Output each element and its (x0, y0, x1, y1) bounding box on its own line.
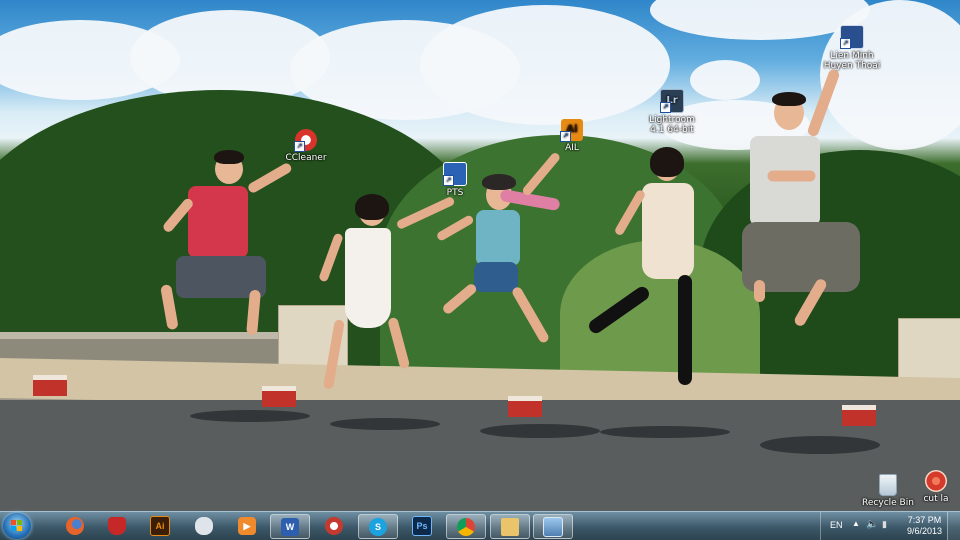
clock-date: 9/6/2013 (906, 526, 942, 536)
gamepad-icon (195, 516, 213, 535)
desktop-icon-label: CCleaner (285, 153, 327, 163)
road-marker (262, 386, 296, 407)
jumping-person (586, 145, 730, 395)
shortcut-arrow-icon: ↗ (294, 141, 305, 152)
folder-icon (501, 517, 519, 536)
game-icon: ↗ (840, 25, 864, 49)
jumping-person (740, 68, 880, 360)
taskbar-word[interactable]: W (270, 514, 310, 539)
taskbar-skype[interactable]: S (358, 514, 398, 539)
network-icon[interactable]: ▮ (882, 519, 887, 530)
lightroom-icon: Lr ↗ (660, 89, 684, 113)
desktop-icon-label: cut la (923, 494, 949, 504)
shadow (330, 418, 440, 430)
media-player-icon: ▶ (238, 516, 256, 535)
speaker-icon[interactable]: 🔈 (866, 519, 878, 530)
taskbar-chrome[interactable] (446, 514, 486, 539)
language-indicator[interactable]: EN (830, 520, 843, 530)
recycle-bin-icon (879, 474, 897, 496)
desktop-icon-ail[interactable]: Ai ↗ AIL (542, 119, 602, 153)
start-button[interactable] (3, 513, 31, 539)
red-bag-icon (108, 516, 126, 535)
jumping-person (435, 151, 580, 370)
tray-divider (820, 512, 821, 540)
photo-viewer-icon (543, 516, 563, 537)
desktop-wallpaper (0, 0, 960, 511)
jumping-person (150, 150, 310, 340)
taskbar-foxit-reader[interactable] (315, 514, 353, 537)
taskbar-firefox[interactable] (56, 514, 94, 537)
show-hidden-icons-icon[interactable]: ▲ (852, 519, 860, 528)
taskbar-photo-viewer[interactable] (533, 514, 573, 539)
shortcut-arrow-icon: ↗ (560, 131, 571, 142)
show-desktop-button[interactable] (947, 512, 960, 540)
road (0, 400, 960, 511)
ccleaner-icon: ↗ (294, 129, 317, 152)
taskbar-bag-app[interactable] (98, 514, 136, 537)
taskbar-media-player[interactable]: ▶ (228, 514, 266, 537)
desktop-icon-ccleaner[interactable]: ↗ CCleaner (276, 129, 336, 163)
taskbar-game-controller[interactable] (185, 514, 223, 537)
firefox-icon (66, 516, 84, 535)
desktop-icon-lien-minh[interactable]: ↗ Lien Minh Huyen Thoai (822, 25, 882, 71)
shortcut-arrow-icon: ↗ (660, 102, 671, 113)
shadow (600, 426, 730, 438)
desktop-icon-lightroom[interactable]: Lr ↗ Lightroom 4.1 64-bit (642, 89, 702, 135)
desktop-icon-label: Huyen Thoai (823, 61, 881, 71)
taskbar: Ai ▶ W S Ps EN ▲ 🔈 ▮ 7:37 PM 9/6/2013 (0, 511, 960, 540)
desktop-icon-label: Lien Minh (830, 51, 874, 61)
desktop-icon-label: PTS (446, 188, 464, 198)
word-icon: W (281, 517, 299, 536)
shortcut-arrow-icon: ↗ (840, 38, 851, 49)
desktop-icon-pts[interactable]: ↗ PTS (425, 162, 485, 198)
shadow (760, 436, 880, 454)
taskbar-photoshop[interactable]: Ps (403, 514, 441, 537)
road-marker (33, 375, 67, 396)
desktop-icon-label: Lightroom (649, 115, 695, 125)
taskbar-windows-explorer[interactable] (490, 514, 530, 539)
red-circle-icon (925, 470, 947, 492)
desktop-icon-label: 4.1 64-bit (650, 125, 694, 135)
desktop-icon-label: AIL (565, 143, 579, 153)
chrome-icon (457, 517, 475, 536)
shortcut-arrow-icon: ↗ (443, 175, 454, 186)
clock-time: 7:37 PM (907, 515, 942, 525)
desktop-icon-cut-la[interactable]: cut la (906, 470, 960, 504)
road-marker (508, 396, 542, 417)
photoshop-shortcut-icon: ↗ (443, 162, 467, 186)
taskbar-illustrator[interactable]: Ai (141, 514, 179, 537)
cloud (420, 5, 670, 125)
skype-icon: S (369, 517, 387, 536)
road-marker (842, 405, 876, 426)
photoshop-icon: Ps (412, 515, 432, 536)
shadow (190, 410, 310, 422)
illustrator-icon: Ai (150, 515, 170, 536)
shadow (480, 424, 600, 438)
illustrator-shortcut-icon: Ai ↗ (560, 119, 583, 142)
clock[interactable]: 7:37 PM 9/6/2013 (907, 515, 942, 537)
foxit-icon (325, 516, 343, 535)
windows-logo-icon (11, 520, 23, 532)
